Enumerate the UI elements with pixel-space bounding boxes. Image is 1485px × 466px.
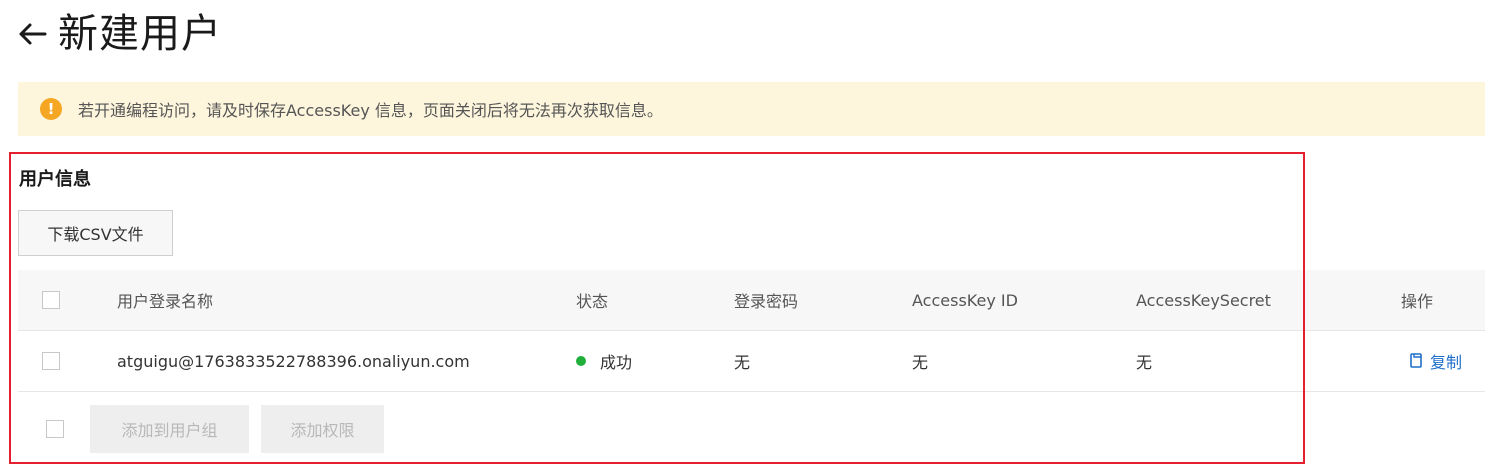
column-header-action: 操作: [1401, 292, 1434, 311]
status-text: 成功: [600, 353, 633, 372]
login-name-cell: atguigu@1763833522788396.onaliyun.com: [117, 351, 470, 371]
exclamation-circle-icon: !: [40, 98, 62, 120]
copy-icon: [1410, 353, 1424, 369]
notice-text: 若开通编程访问，请及时保存AccessKey 信息，页面关闭后将无法再次获取信息…: [78, 101, 663, 120]
copy-label: 复制: [1430, 353, 1463, 372]
column-header-access-key-id: AccessKey ID: [912, 290, 1018, 310]
password-cell: 无: [734, 353, 751, 372]
access-key-id-cell: 无: [912, 353, 929, 372]
add-to-group-button[interactable]: 添加到用户组: [90, 405, 249, 453]
add-permission-button[interactable]: 添加权限: [261, 405, 384, 453]
table-header: 用户登录名称 状态 登录密码 AccessKey ID AccessKeySec…: [18, 270, 1485, 331]
warning-notice: ! 若开通编程访问，请及时保存AccessKey 信息，页面关闭后将无法再次获取…: [18, 82, 1485, 136]
column-header-password: 登录密码: [734, 292, 799, 311]
arrow-left-icon[interactable]: [16, 14, 48, 54]
table-row: atguigu@1763833522788396.onaliyun.com 成功…: [18, 331, 1485, 392]
column-header-status: 状态: [576, 292, 609, 311]
page-title: 新建用户: [58, 11, 222, 57]
status-success-dot: [576, 356, 586, 366]
table-footer: 添加到用户组 添加权限: [18, 392, 1485, 466]
footer-select-all-checkbox[interactable]: [46, 420, 64, 438]
page-header: 新建用户: [16, 6, 222, 62]
copy-button[interactable]: 复制: [1410, 331, 1462, 391]
access-key-secret-cell: 无: [1136, 353, 1153, 372]
row-checkbox[interactable]: [42, 352, 60, 370]
section-title: 用户信息: [19, 169, 91, 190]
status-cell: 成功: [576, 331, 632, 391]
select-all-checkbox[interactable]: [42, 291, 60, 309]
download-csv-button[interactable]: 下载CSV文件: [18, 210, 173, 256]
user-table: 用户登录名称 状态 登录密码 AccessKey ID AccessKeySec…: [18, 270, 1485, 466]
column-header-login-name: 用户登录名称: [117, 292, 214, 311]
column-header-access-key-secret: AccessKeySecret: [1136, 290, 1271, 310]
